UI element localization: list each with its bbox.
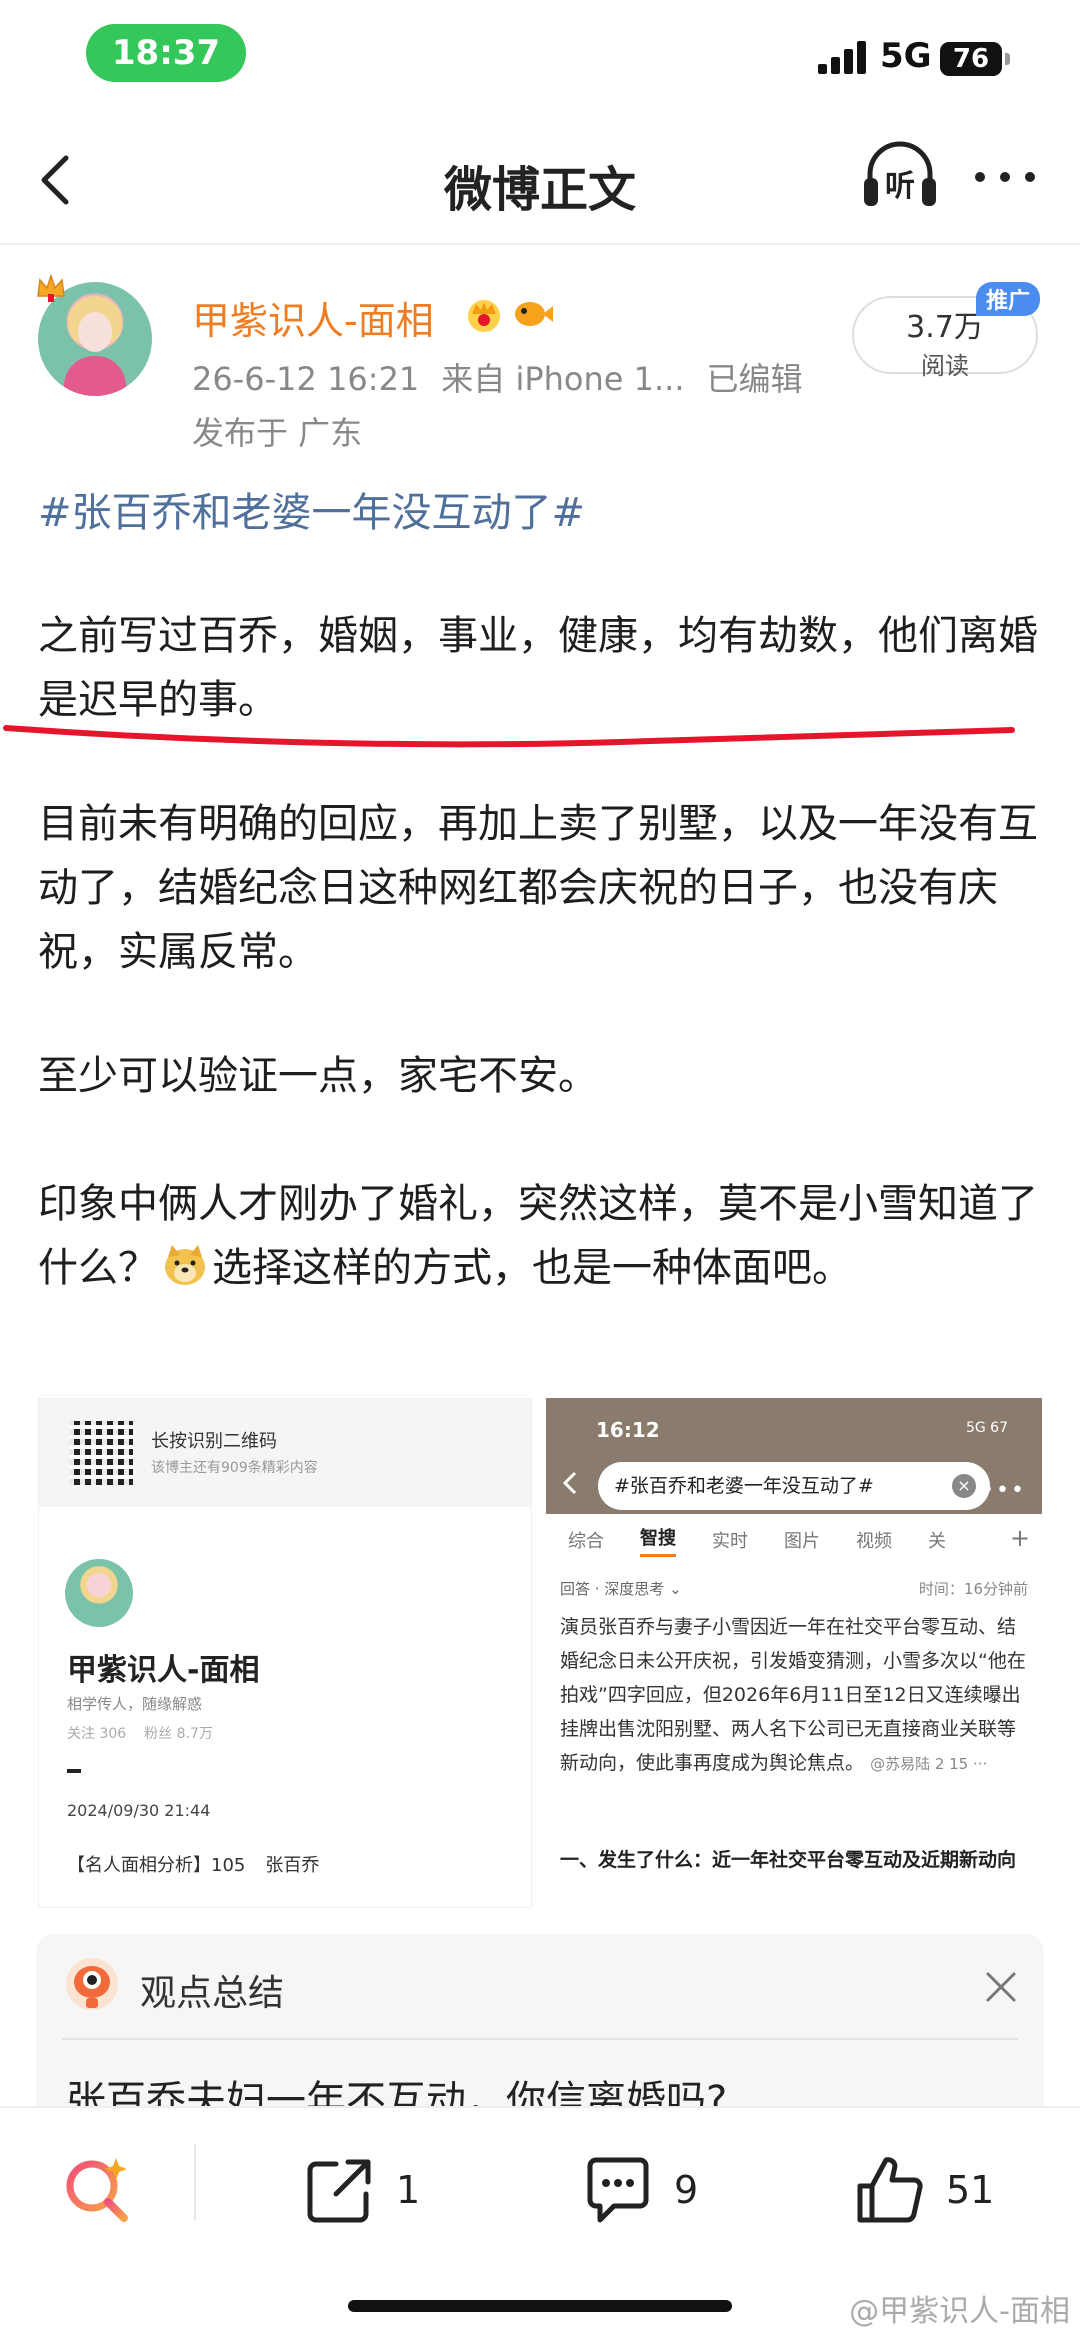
robot-mascot-icon: [66, 1958, 118, 2010]
listen-label: 听: [885, 169, 915, 204]
qr-title: 长按识别二维码: [151, 1431, 277, 1452]
followers-count: 粉丝 8.7万: [144, 1726, 213, 1742]
answer-label: 回答 · 深度思考 ⌄: [560, 1580, 682, 1598]
post-image-2[interactable]: 16:12 5G 67 #张百乔和老婆一年没互动了# × ••• 综合 智搜 实…: [546, 1398, 1042, 1908]
share-count: 1: [396, 2168, 421, 2212]
comment-button[interactable]: 9: [580, 2152, 698, 2228]
profile-name: 甲紫识人-面相: [67, 1653, 260, 1688]
post-date: 26-6-12 16:21: [192, 360, 420, 398]
opinion-summary-card[interactable]: 观点总结 张百乔夫妇一年不互动，你信离婚吗?: [36, 1934, 1044, 2134]
close-icon[interactable]: [984, 1970, 1018, 2004]
like-count: 51: [946, 2168, 995, 2212]
listen-button[interactable]: 听: [862, 140, 938, 212]
red-underline-mark: [3, 725, 1015, 748]
more-icon[interactable]: [970, 162, 1040, 192]
edited-label: 已编辑: [706, 360, 803, 398]
home-indicator: [348, 2300, 732, 2312]
watermark: @甲紫识人-面相: [849, 2294, 1070, 2329]
doge-emoji-icon: [165, 1245, 205, 1285]
qr-code-icon: [69, 1421, 133, 1485]
answer-text: 演员张百乔与妻子小雪因近一年在社交平台零互动、结婚纪念日未公开庆祝，引发婚变猜测…: [560, 1610, 1028, 1781]
post-paragraph-2: 目前未有明确的回应，再加上卖了别墅，以及一年没有互动了，结婚纪念日这种网红都会庆…: [38, 801, 1038, 975]
badge-icon: [37, 273, 65, 302]
battery-icon: 76: [940, 42, 1010, 76]
status-bar: 18:37 5G 76: [0, 0, 1080, 110]
read-label: 阅读: [921, 352, 969, 380]
post-location: 发布于 广东: [192, 414, 363, 452]
share-icon: [307, 2159, 371, 2223]
answer-body: 演员张百乔与妻子小雪因近一年在社交平台零互动、结婚纪念日未公开庆祝，引发婚变猜测…: [560, 1616, 1026, 1774]
answer-source: @苏易陆 2 15 ···: [870, 1755, 988, 1773]
status-time: 18:37: [86, 24, 246, 82]
topic-hashtag-link[interactable]: #张百乔和老婆一年没互动了#: [38, 480, 585, 538]
ai-search-icon[interactable]: [60, 2152, 134, 2226]
post-paragraph-3: 至少可以验证一点，家宅不安。: [38, 1053, 598, 1099]
divider: [194, 2144, 196, 2220]
tab-realtime: 实时: [712, 1531, 748, 1552]
status-icons: 5G 67: [965, 1420, 1008, 1436]
signal-icon: [818, 40, 868, 74]
share-button[interactable]: 1: [302, 2152, 420, 2228]
profile-date: 2024/09/30 21:44: [67, 1801, 211, 1820]
plus-icon: +: [1009, 1524, 1030, 1552]
search-tabs: 综合 智搜 实时 图片 视频 关: [546, 1514, 1042, 1566]
post-paragraph-4: 印象中俩人才刚办了婚礼，突然这样，莫不是小雪知道了什么？ 选择这样的方式，也是一…: [38, 1172, 1042, 1300]
thumbs-up-icon: [857, 2157, 923, 2223]
comment-count: 9: [674, 2168, 699, 2212]
post-paragraph-4b: 选择这样的方式，也是一种体面吧。: [212, 1245, 852, 1291]
clear-icon: ×: [952, 1474, 976, 1498]
post-image-1[interactable]: 长按识别二维码 该博主还有909条精彩内容 甲紫识人-面相 相学传人，随缘解惑 …: [38, 1398, 532, 1908]
search-query: #张百乔和老婆一年没互动了#: [614, 1475, 874, 1497]
summary-title: 观点总结: [140, 1973, 285, 2014]
tab-images: 图片: [784, 1531, 820, 1552]
profile-description: 相学传人，随缘解惑: [67, 1695, 203, 1713]
qr-subtitle: 该博主还有909条精彩内容: [151, 1460, 318, 1476]
tab-smart-search: 智搜: [640, 1524, 676, 1557]
like-button[interactable]: 51: [852, 2152, 994, 2228]
qr-strip: 长按识别二维码 该博主还有909条精彩内容: [39, 1399, 531, 1507]
network-label: 5G: [880, 36, 932, 76]
vip-crown-icon[interactable]: [462, 294, 506, 334]
divider: [62, 2038, 1018, 2040]
more-icon: •••: [981, 1478, 1026, 1503]
tab-follow: 关: [928, 1531, 946, 1552]
promoted-badge: 推广: [976, 282, 1040, 316]
post-title: 【名人面相分析】105: [67, 1855, 246, 1876]
tab-videos: 视频: [856, 1531, 892, 1552]
following-count: 关注 306: [67, 1726, 127, 1742]
tab-all: 综合: [568, 1531, 604, 1552]
answer-heading: 一、发生了什么：近一年社交平台零互动及近期新动向: [560, 1849, 1017, 1871]
search-input: #张百乔和老婆一年没互动了# ×: [598, 1462, 990, 1510]
back-icon: [562, 1471, 577, 1495]
post-subject: 张百乔: [265, 1855, 320, 1876]
author-name[interactable]: 甲紫识人-面相: [192, 290, 434, 345]
profile-post-title: 【名人面相分析】105 张百乔: [67, 1851, 339, 1877]
post-meta: 26-6-12 16:21 来自 iPhone 1... 已编辑: [192, 354, 825, 400]
fish-badge-icon[interactable]: [510, 294, 554, 334]
status-time: 16:12: [596, 1418, 660, 1442]
comment-icon: [587, 2157, 649, 2223]
avatar: [65, 1559, 133, 1627]
divider: [67, 1769, 81, 1773]
answer-time: 时间：16分钟前: [918, 1580, 1028, 1598]
post-source: 来自 iPhone 1...: [441, 360, 685, 398]
nav-bar: 微博正文 听: [0, 110, 1080, 245]
author-avatar[interactable]: [34, 270, 156, 402]
profile-stats: 关注 306 粉丝 8.7万: [67, 1723, 231, 1743]
